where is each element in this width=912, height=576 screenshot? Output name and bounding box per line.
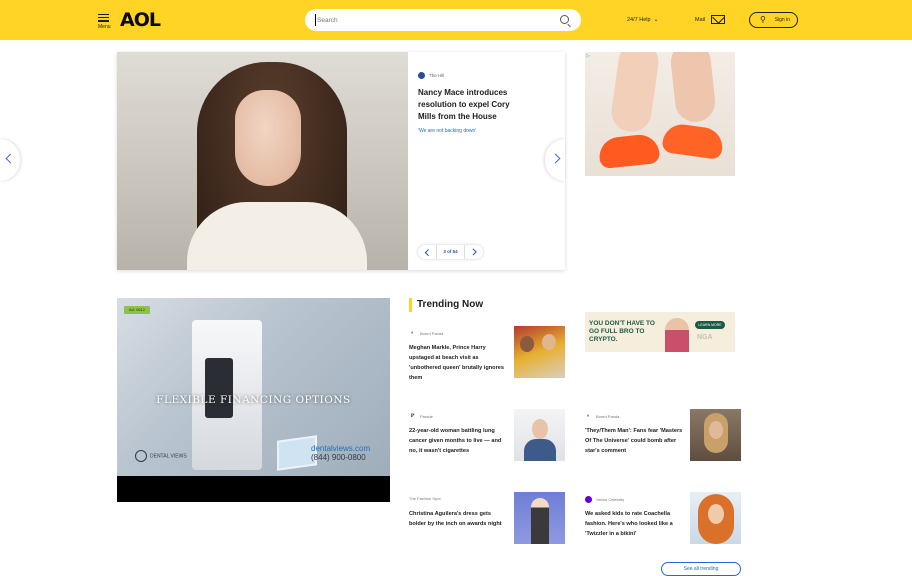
- crypto-ad-brand: NGA: [697, 334, 713, 341]
- chevron-left-icon: [5, 153, 16, 164]
- trending-item[interactable]: P Parade 22-year-old woman battling lung …: [409, 409, 565, 465]
- trending-title[interactable]: 22-year-old woman battling lung cancer g…: [409, 426, 507, 456]
- see-all-trending-button[interactable]: See all trending: [661, 562, 741, 576]
- search-bar[interactable]: [305, 9, 581, 31]
- hero-quote: 'We are not backing down': [418, 128, 477, 134]
- sign-in-label: Sign in: [774, 17, 790, 23]
- trending-thumbnail[interactable]: [690, 409, 741, 461]
- pager-next-icon[interactable]: [467, 245, 481, 259]
- dental-ad-contact: dentalviews.com (844) 900-0800: [311, 444, 370, 462]
- menu-button[interactable]: Menu: [98, 12, 112, 30]
- mail-label: Mail: [695, 16, 706, 23]
- trending-item[interactable]: ◐ Bored Panda 'They/Them Man': Fans fear …: [585, 409, 741, 465]
- hero-source-label: The Hill: [429, 73, 445, 78]
- mail-link[interactable]: Mail: [695, 15, 726, 24]
- trending-source: Yahoo Celebrity: [585, 496, 624, 503]
- carousel-pager: 3 of 54: [418, 245, 483, 259]
- sign-in-button[interactable]: ⚲ Sign in: [749, 12, 798, 28]
- dental-ad-brand: DENTAL VIEWS: [135, 450, 187, 462]
- ad-badge: Ad: 0612: [124, 306, 150, 314]
- trending-title[interactable]: Meghan Markle, Prince Harry upstaged at …: [409, 343, 507, 383]
- hero-carousel: The Hill Nancy Mace introduces resolutio…: [117, 52, 565, 270]
- sandals-ad[interactable]: ▷: [585, 52, 735, 176]
- help-menu[interactable]: 24/7 Help ⌄: [627, 16, 659, 23]
- menu-label: Menu: [98, 24, 111, 30]
- person-icon: ⚲: [760, 15, 766, 24]
- search-icon[interactable]: [560, 15, 569, 24]
- trending-thumbnail[interactable]: [514, 326, 565, 378]
- hero-story: The Hill Nancy Mace introduces resolutio…: [418, 72, 518, 134]
- crypto-ad-headline: YOU DON'T HAVE TO GO FULL BRO TO CRYPTO.: [589, 320, 655, 343]
- trending-source: P Parade: [410, 413, 433, 419]
- top-header: Menu AOL 24/7 Help⌄ Mail ⚲ Sign in: [0, 0, 912, 40]
- trending-item[interactable]: Yahoo Celebrity We asked kids to rate Co…: [585, 492, 741, 548]
- bored-panda-icon: ◐: [410, 330, 415, 336]
- trending-item[interactable]: The Fashion Spot Christina Aguilera's dr…: [409, 492, 565, 548]
- trending-thumbnail[interactable]: [690, 492, 741, 544]
- hero-image[interactable]: [117, 52, 408, 270]
- dental-ad-image: Ad: 0612 FLEXIBLE FINANCING OPTIONS DENT…: [117, 298, 390, 476]
- trending-heading: Trending Now: [409, 298, 483, 312]
- trending-thumbnail[interactable]: [514, 409, 565, 461]
- dental-ad-phone: (844) 900-0800: [311, 453, 366, 462]
- trending-title[interactable]: Christina Aguilera's dress gets bolder b…: [409, 509, 507, 529]
- carousel-prev-button[interactable]: [0, 139, 20, 181]
- hero-headline[interactable]: Nancy Mace introduces resolution to expe…: [418, 87, 518, 123]
- trending-item[interactable]: ◐ Bored Panda Meghan Markle, Prince Harry…: [409, 326, 565, 383]
- dental-ad-headline: FLEXIBLE FINANCING OPTIONS: [156, 394, 351, 406]
- crypto-ad-cta[interactable]: LEARN MORE: [695, 321, 725, 329]
- dental-ad[interactable]: Ad: 0612 FLEXIBLE FINANCING OPTIONS DENT…: [117, 298, 390, 502]
- mail-icon: [711, 15, 726, 24]
- chevron-right-icon: [550, 153, 561, 164]
- aol-logo[interactable]: AOL: [120, 9, 161, 31]
- the-hill-icon: [418, 72, 425, 79]
- pager-label: 3 of 54: [436, 245, 465, 259]
- trending-title[interactable]: We asked kids to rate Coachella fashion.…: [585, 509, 683, 539]
- trending-source: The Fashion Spot: [409, 496, 441, 501]
- ad-choices-icon[interactable]: ▷: [586, 53, 590, 59]
- bored-panda-icon: ◐: [586, 413, 591, 419]
- trending-source: ◐ Bored Panda: [410, 330, 444, 336]
- pager-prev-icon[interactable]: [420, 245, 434, 259]
- trending-title[interactable]: 'They/Them Man': Fans fear 'Masters Of T…: [585, 426, 683, 456]
- hamburger-icon: [98, 13, 112, 22]
- yahoo-icon: [585, 496, 592, 503]
- dental-ad-url: dentalviews.com: [311, 444, 371, 453]
- trending-thumbnail[interactable]: [514, 492, 565, 544]
- trending-source: ◐ Bored Panda: [586, 413, 620, 419]
- chevron-down-icon: ⌄: [653, 17, 659, 23]
- help-label: 24/7 Help: [627, 17, 651, 23]
- search-input[interactable]: [315, 14, 545, 26]
- crypto-ad[interactable]: YOU DON'T HAVE TO GO FULL BRO TO CRYPTO.…: [585, 312, 735, 352]
- tooth-icon: [135, 450, 147, 462]
- hero-source: The Hill: [418, 72, 518, 79]
- parade-icon: P: [410, 413, 415, 419]
